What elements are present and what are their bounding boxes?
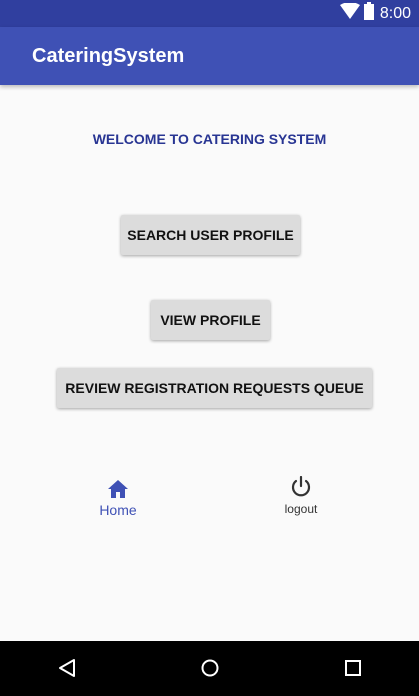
nav-label-home: Home: [99, 502, 137, 518]
status-bar: 8:00: [0, 0, 419, 27]
app-bar: CateringSystem: [0, 27, 419, 85]
power-icon: [256, 470, 346, 498]
recents-icon[interactable]: [338, 653, 368, 683]
nav-item-logout[interactable]: logout: [256, 470, 346, 516]
wifi-icon: [339, 2, 360, 24]
welcome-heading: WELCOME TO CATERING SYSTEM: [92, 131, 327, 147]
view-profile-button[interactable]: VIEW PROFILE: [151, 300, 270, 340]
home-circle-icon[interactable]: [195, 653, 225, 683]
battery-icon: [363, 2, 374, 25]
app-title: CateringSystem: [32, 45, 185, 67]
review-registration-requests-button[interactable]: REVIEW REGISTRATION REQUESTS QUEUE: [57, 368, 372, 408]
back-icon[interactable]: [52, 653, 82, 683]
nav-label-logout: logout: [284, 502, 318, 516]
status-time: 8:00: [379, 4, 411, 22]
home-icon: [73, 470, 163, 498]
search-user-profile-button[interactable]: SEARCH USER PROFILE: [121, 215, 300, 255]
status-icons: 8:00: [339, 2, 411, 25]
system-nav-bar: [0, 641, 419, 696]
nav-item-home[interactable]: Home: [73, 470, 163, 518]
